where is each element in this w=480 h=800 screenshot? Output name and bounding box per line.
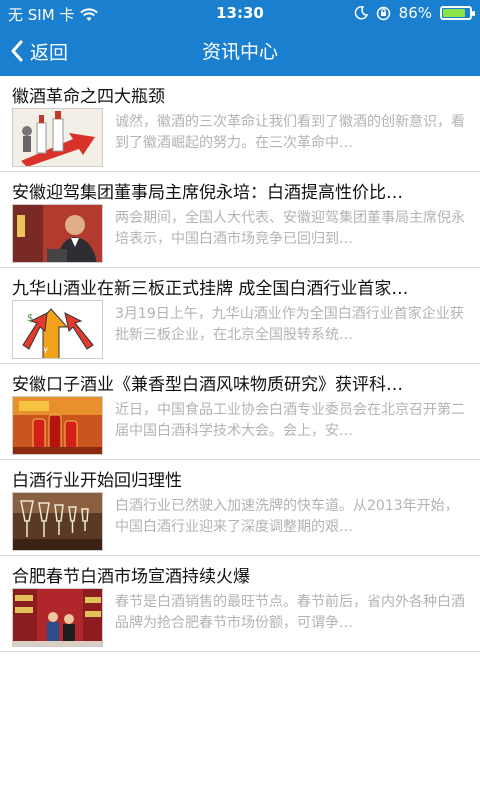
news-thumbnail: [12, 108, 103, 167]
status-right: 86%: [354, 4, 475, 22]
news-item[interactable]: 合肥春节白酒市场宣酒持续火爆 春节是白酒销售的最旺节点。春节前后，省内外各种白酒…: [0, 556, 480, 652]
svg-text:$: $: [27, 313, 33, 324]
status-bar: 无 SIM 卡 13:30 86%: [0, 0, 480, 26]
news-item[interactable]: 安徽迎驾集团董事局主席倪永培：白酒提高性价比… 两会期间，全国人大代表、安徽迎驾…: [0, 172, 480, 268]
red-bottles-image: [13, 397, 102, 454]
store-shelves-image: [13, 589, 102, 646]
page-title: 资讯中心: [201, 41, 278, 63]
portrait-image: [13, 205, 102, 262]
battery-icon: [440, 6, 475, 20]
battery-percent: 86%: [398, 4, 432, 22]
back-label: 返回: [30, 41, 69, 64]
news-title: 徽酒革命之四大瓶颈: [12, 87, 165, 107]
news-summary: 诚然，徽酒的三次革命让我们看到了徽酒的创新意识，看到了徽酒崛起的努力。在三次革命…: [115, 114, 465, 151]
moon-icon: [354, 6, 368, 20]
chevron-left-icon: [11, 40, 23, 62]
news-item[interactable]: 白酒行业开始回归理性 白酒行业已然驶入加速洗牌的快车道。从2013年开始，中国白…: [0, 460, 480, 556]
wine-glasses-image: [13, 493, 102, 550]
news-thumbnail: [12, 588, 103, 647]
svg-text:¥: ¥: [43, 346, 48, 355]
news-thumbnail: ¥ $: [12, 300, 103, 359]
news-thumbnail: [12, 396, 103, 455]
news-title: 合肥春节白酒市场宣酒持续火爆: [12, 567, 250, 587]
news-summary: 近日，中国食品工业协会白酒专业委员会在北京召开第二届中国白酒科学技术大会。会上，…: [115, 402, 465, 439]
news-title: 安徽口子酒业《兼香型白酒风味物质研究》获评科…: [12, 375, 403, 395]
news-title: 九华山酒业在新三板正式挂牌 成全国白酒行业首家…: [12, 279, 409, 299]
news-summary: 3月19日上午，九华山酒业作为全国白酒行业首家企业获批新三板企业，在北京全国股转…: [115, 306, 464, 343]
news-item[interactable]: 安徽口子酒业《兼香型白酒风味物质研究》获评科… 近日，中国食品工业协会白酒专业委…: [0, 364, 480, 460]
news-list: 徽酒革命之四大瓶颈 诚然，徽酒的三次革命让我们看到了徽酒的创新意识，看到了徽酒崛…: [0, 76, 480, 652]
news-title: 白酒行业开始回归理性: [12, 471, 182, 491]
news-thumbnail: [12, 204, 103, 263]
news-item[interactable]: 徽酒革命之四大瓶颈 诚然，徽酒的三次革命让我们看到了徽酒的创新意识，看到了徽酒崛…: [0, 76, 480, 172]
battery-fill: [443, 9, 466, 17]
news-thumbnail: [12, 492, 103, 551]
app-header: 无 SIM 卡 13:30 86% 返回 资讯中心: [0, 0, 480, 76]
news-summary: 白酒行业已然驶入加速洗牌的快车道。从2013年开始，中国白酒行业迎来了深度调整期…: [115, 498, 459, 535]
arrows-graphic-image: ¥ $: [13, 301, 102, 358]
news-item[interactable]: 九华山酒业在新三板正式挂牌 成全国白酒行业首家… ¥ $ 3月19日上午，九华山…: [0, 268, 480, 364]
bottles-arrow-image: [13, 109, 102, 166]
nav-bar: 返回 资讯中心: [0, 26, 480, 76]
news-title: 安徽迎驾集团董事局主席倪永培：白酒提高性价比…: [12, 183, 403, 203]
news-summary: 春节是白酒销售的最旺节点。春节前后，省内外各种白酒品牌为抢合肥春节市场份额，可谓…: [115, 594, 465, 631]
rotation-lock-icon: [376, 6, 390, 20]
back-button[interactable]: 返回: [10, 36, 68, 66]
news-summary: 两会期间，全国人大代表、安徽迎驾集团董事局主席倪永培表示，中国白酒市场竞争已回归…: [115, 210, 465, 247]
